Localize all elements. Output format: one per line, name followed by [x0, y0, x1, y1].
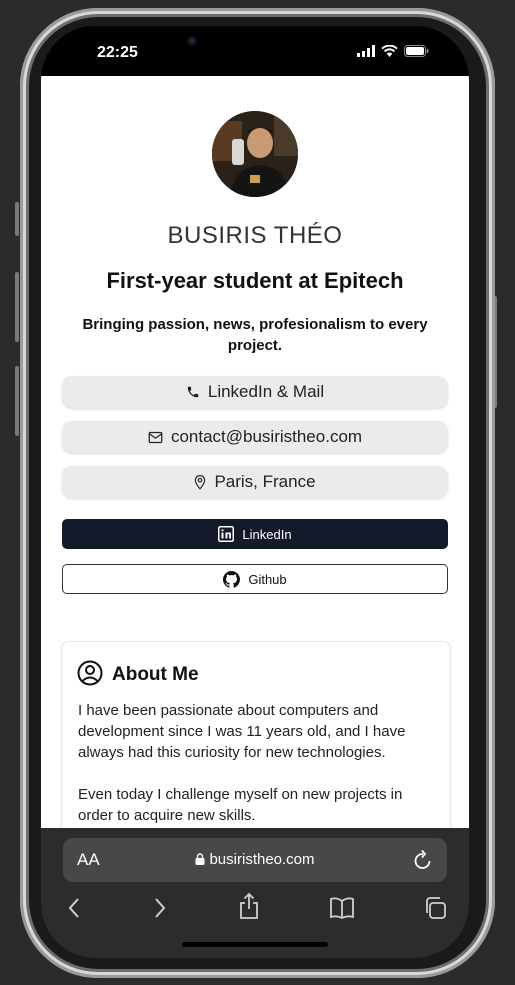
cellular-signal-icon [357, 45, 375, 57]
battery-icon [404, 45, 429, 57]
phone-screen: 22:25 BUSIRIS THÉO First-year student at… [41, 26, 469, 958]
mail-icon [148, 431, 163, 443]
bookmarks-icon[interactable] [329, 896, 355, 920]
linkedin-button-label: LinkedIn [242, 526, 292, 542]
volume-down-button [15, 366, 19, 436]
about-paragraph: I have been passionate about computers a… [78, 702, 406, 761]
silent-switch [15, 202, 19, 236]
wifi-icon [381, 45, 398, 57]
profile-tagline: Bringing passion, news, profesionalism t… [82, 316, 428, 354]
status-time: 22:25 [97, 44, 138, 61]
profile-headline: First-year student at Epitech [106, 268, 404, 293]
contact-label: Paris, France [214, 472, 316, 491]
contact-label: LinkedIn & Mail [207, 382, 325, 401]
browser-nav-bar [41, 892, 469, 936]
phone-icon [187, 386, 199, 398]
contact-location[interactable]: Paris, France [62, 466, 448, 498]
volume-up-button [15, 272, 19, 342]
front-camera [187, 36, 197, 46]
url-display[interactable]: busiristheo.com [63, 851, 447, 868]
github-button-label: Github [248, 571, 287, 587]
contact-label: contact@busiristheo.com [170, 427, 363, 446]
linkedin-button[interactable]: LinkedIn [62, 519, 448, 549]
forward-icon[interactable] [153, 896, 167, 920]
profile-name: BUSIRIS THÉO [167, 222, 343, 249]
user-circle-icon [77, 660, 103, 686]
linkedin-icon [218, 526, 235, 542]
github-button[interactable]: Github [62, 564, 448, 594]
contact-linkedin-mail[interactable]: LinkedIn & Mail [62, 376, 448, 408]
status-bar: 22:25 [41, 26, 469, 76]
profile-avatar [212, 111, 298, 197]
lock-icon [195, 853, 205, 865]
about-me-card: About Me I have been passionate about co… [61, 641, 451, 828]
back-icon[interactable] [67, 896, 81, 920]
tabs-icon[interactable] [423, 896, 447, 920]
browser-toolbar: AA busiristheo.com [41, 828, 469, 958]
location-pin-icon [195, 474, 206, 490]
contact-email[interactable]: contact@busiristheo.com [62, 421, 448, 453]
address-bar[interactable]: AA busiristheo.com [63, 838, 447, 882]
reload-icon[interactable] [413, 849, 433, 871]
url-text: busiristheo.com [209, 851, 315, 868]
web-page: BUSIRIS THÉO First-year student at Epite… [41, 76, 469, 828]
notch [167, 26, 343, 66]
status-icons [357, 45, 429, 57]
avatar-photo [212, 111, 298, 197]
about-paragraph: Even today I challenge myself on new pro… [78, 786, 403, 824]
about-me-text: I have been passionate about computers a… [78, 700, 438, 828]
about-me-title: About Me [112, 664, 199, 685]
home-indicator[interactable] [182, 942, 328, 947]
github-icon [223, 570, 241, 588]
share-icon[interactable] [238, 892, 260, 920]
